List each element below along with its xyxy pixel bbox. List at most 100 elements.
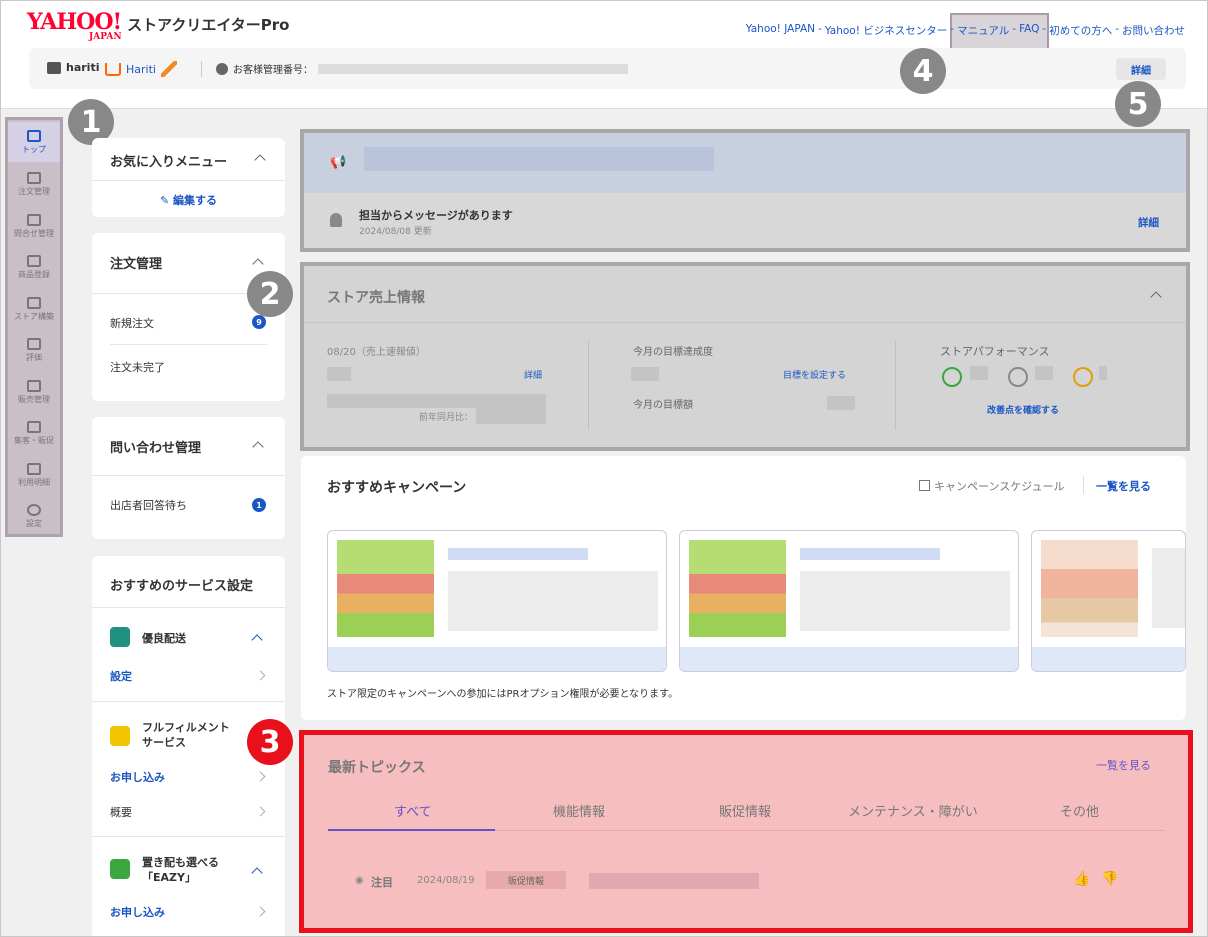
nav-orders[interactable]: 注文管理 <box>8 164 60 204</box>
delivery-setting-link[interactable]: 設定 <box>110 668 132 684</box>
store-bar: hariti Hariti お客様管理番号： 詳細 <box>29 48 1186 89</box>
improve-link[interactable]: 改善点を確認する <box>987 403 1059 416</box>
nav-inquiries[interactable]: 問合せ管理 <box>8 206 60 246</box>
campaign-panel: おすすめキャンペーン キャンペーンスケジュール 一覧を見る ストア限定のキャンペ… <box>301 456 1186 720</box>
link-faq[interactable]: FAQ <box>1019 23 1039 38</box>
fulfillment-name-2: サービス <box>142 736 186 749</box>
topics-title: 最新トピックス <box>328 760 426 776</box>
target-amount-label: 今月の目標額 <box>633 400 693 411</box>
chevron-right-icon <box>255 806 266 817</box>
bad-count-redacted <box>1099 366 1107 380</box>
eazy-name-2: 「EAZY」 <box>142 871 196 884</box>
collapse-icon[interactable] <box>254 154 266 166</box>
people-icon <box>27 420 41 433</box>
campaign-view-all-link[interactable]: 一覧を見る <box>1096 478 1151 494</box>
favorites-edit[interactable]: ✎ 編集する <box>92 192 285 208</box>
campaign-image <box>1041 540 1138 637</box>
smile-good-icon <box>942 367 962 387</box>
nav-sales[interactable]: 販売管理 <box>8 372 60 412</box>
incomplete-orders-link[interactable]: 注文未完了 <box>110 359 165 375</box>
nav-top[interactable]: トップ <box>8 122 60 162</box>
tab-maintenance[interactable]: メンテナンス・障がい <box>848 801 978 820</box>
nav-label: 注文管理 <box>18 186 50 196</box>
eazy-apply-link[interactable]: お申し込み <box>110 904 165 920</box>
link-business-center[interactable]: Yahoo! ビジネスセンター <box>825 23 947 38</box>
favorites-card: お気に入りメニュー ✎ 編集する <box>92 138 285 217</box>
store-id[interactable]: hariti <box>47 61 99 74</box>
campaign-card-3[interactable] <box>1031 530 1186 672</box>
tab-features[interactable]: 機能情報 <box>553 801 605 820</box>
campaign-footer <box>328 647 666 671</box>
set-target-link[interactable]: 目標を設定する <box>783 368 846 381</box>
inquiries-title: 問い合わせ管理 <box>110 441 202 456</box>
topics-view-all-link[interactable]: 一覧を見る <box>1096 757 1151 773</box>
box-icon <box>110 726 130 746</box>
fulfillment-apply-link[interactable]: お申し込み <box>110 769 165 785</box>
nav-billing[interactable]: 利用明細 <box>8 455 60 495</box>
auction-icon <box>160 61 177 77</box>
fulfillment-name-1: フルフィルメント <box>142 721 230 734</box>
store-name[interactable]: Hariti <box>105 61 177 77</box>
fulfillment-overview-link[interactable]: 概要 <box>110 804 132 820</box>
divider <box>895 340 896 430</box>
store-icon <box>27 296 41 309</box>
eazy-name-1: 置き配も選べる <box>142 856 219 869</box>
sales-amount-redacted <box>327 394 477 408</box>
yoy-value-redacted <box>476 394 546 424</box>
waiting-count: 1 <box>252 498 266 512</box>
campaign-card-2[interactable] <box>679 530 1019 672</box>
bar-chart-icon <box>27 379 41 392</box>
collapse-icon[interactable] <box>252 441 264 453</box>
collapse-icon[interactable] <box>251 634 263 646</box>
divider <box>92 180 285 181</box>
orders-card: 注文管理 新規注文 9 注文未完了 <box>92 233 285 401</box>
link-yahoo-japan[interactable]: Yahoo! JAPAN <box>746 23 815 38</box>
active-tab-underline <box>328 829 495 831</box>
campaign-title: おすすめキャンペーン <box>327 480 467 496</box>
campaign-text-redacted <box>448 571 658 631</box>
collapse-icon[interactable] <box>1150 291 1162 303</box>
topics-tabs: すべて 機能情報 販促情報 メンテナンス・障がい その他 <box>328 801 1164 831</box>
edit-icon <box>27 254 41 267</box>
waiting-inquiries-link[interactable]: 出店者回答待ち <box>110 497 187 513</box>
tab-other[interactable]: その他 <box>1060 801 1099 820</box>
header: YAHOO! JAPAN ストアクリエイターPro Yahoo! JAPAN - … <box>1 1 1207 109</box>
nav-store[interactable]: ストア構築 <box>8 289 60 329</box>
callout-5: 5 <box>1115 81 1161 127</box>
topic-row[interactable]: ◉ 注目 2024/08/19 販促情報 👍 👎 <box>304 865 1188 905</box>
nav-settings[interactable]: 設定 <box>8 496 60 536</box>
collapse-icon[interactable] <box>251 867 263 879</box>
orders-title: 注文管理 <box>110 257 163 272</box>
collapse-icon[interactable] <box>252 258 264 270</box>
detail-button[interactable]: 詳細 <box>1116 58 1166 80</box>
eye-icon: ◉ <box>355 875 364 886</box>
campaign-schedule-link[interactable]: キャンペーンスケジュール <box>934 478 1064 494</box>
favorites-edit-label: 編集する <box>173 194 218 207</box>
announcement-panel: 📢 担当からメッセージがあります 2024/08/08 更新 詳細 <box>300 129 1190 252</box>
campaign-card-1[interactable] <box>327 530 667 672</box>
logo[interactable]: YAHOO! JAPAN ストアクリエイターPro <box>27 11 290 42</box>
favorites-title: お気に入りメニュー <box>110 155 228 170</box>
chevron-right-icon <box>255 771 266 782</box>
nav-promotion[interactable]: 集客・販促 <box>8 413 60 453</box>
thumbs-up-icon[interactable]: 👍 <box>1073 871 1090 887</box>
campaign-text-redacted <box>800 548 940 560</box>
link-beginners[interactable]: 初めての方へ <box>1049 23 1112 38</box>
link-manual[interactable]: マニュアル <box>957 23 1009 38</box>
sales-detail-link[interactable]: 詳細 <box>524 368 542 381</box>
good-count-redacted <box>970 366 988 380</box>
nav-reviews[interactable]: 評価 <box>8 330 60 370</box>
nav-label: 商品登録 <box>18 269 50 279</box>
nav-products[interactable]: 商品登録 <box>8 247 60 287</box>
announcement-banner[interactable]: 📢 <box>304 133 1186 193</box>
new-orders-link[interactable]: 新規注文 <box>110 315 154 331</box>
gear-icon <box>27 503 41 516</box>
star-icon <box>27 337 41 350</box>
message-detail-link[interactable]: 詳細 <box>1138 215 1159 230</box>
link-contact[interactable]: お問い合わせ <box>1122 23 1185 38</box>
thumbs-down-icon[interactable]: 👎 <box>1101 871 1118 887</box>
tab-promotion[interactable]: 販促情報 <box>719 801 771 820</box>
logo-japan: JAPAN <box>89 32 122 42</box>
truck-icon <box>110 627 130 647</box>
tab-all[interactable]: すべて <box>394 801 432 820</box>
